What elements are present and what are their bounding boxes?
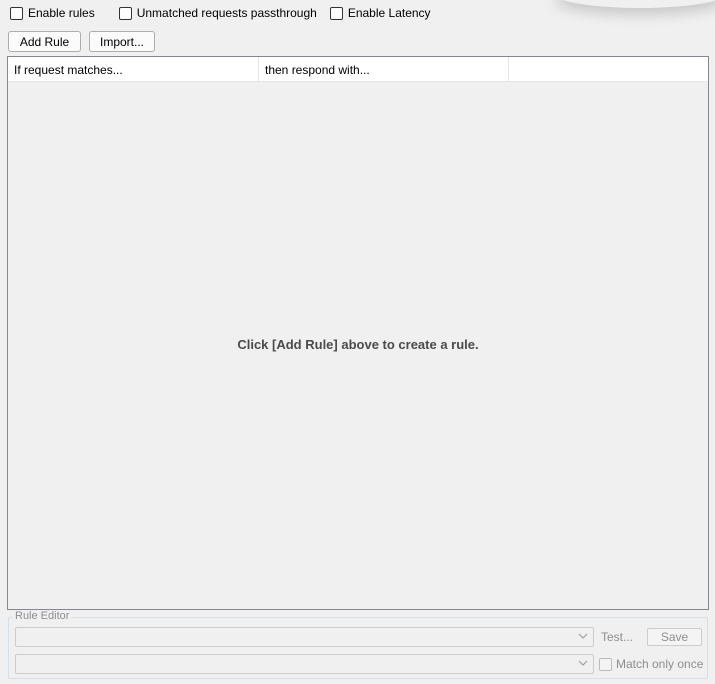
import-button[interactable]: Import...: [89, 31, 155, 52]
match-only-once-checkbox[interactable]: Match only once: [599, 656, 703, 672]
checkbox-box[interactable]: [329, 6, 343, 20]
test-button[interactable]: Test...: [601, 630, 633, 644]
enable-rules-checkbox[interactable]: Enable rules: [10, 4, 95, 22]
add-rule-button[interactable]: Add Rule: [8, 31, 81, 52]
column-header-extra[interactable]: [509, 57, 708, 82]
empty-table-message: Click [Add Rule] above to create a rule.: [237, 337, 479, 352]
enable-latency-label: Enable Latency: [347, 6, 431, 20]
response-action-combo[interactable]: [15, 654, 594, 674]
chevron-down-icon: [578, 633, 588, 639]
checkbox-box[interactable]: [10, 6, 23, 20]
chevron-down-icon: [578, 660, 588, 666]
save-button[interactable]: Save: [647, 628, 702, 646]
window-shadow: [555, 0, 715, 8]
match-only-once-label: Match only once: [616, 657, 704, 671]
rule-editor-group: Rule Editor Test... Save Match only once: [8, 610, 708, 679]
table-header: If request matches... then respond with.…: [8, 57, 708, 82]
column-header-response[interactable]: then respond with...: [259, 57, 509, 82]
column-header-request-match[interactable]: If request matches...: [8, 57, 259, 82]
unmatched-passthrough-label: Unmatched requests passthrough: [136, 6, 317, 20]
rule-editor-title: Rule Editor: [13, 610, 72, 622]
match-condition-combo[interactable]: [15, 627, 594, 647]
checkbox-box[interactable]: [599, 657, 612, 671]
rules-table[interactable]: If request matches... then respond with.…: [7, 56, 709, 610]
checkbox-box[interactable]: [118, 6, 132, 20]
options-row: Enable rules Unmatched requests passthro…: [10, 4, 444, 22]
enable-rules-label: Enable rules: [28, 6, 95, 20]
enable-latency-checkbox[interactable]: Enable Latency: [329, 4, 431, 22]
unmatched-passthrough-checkbox[interactable]: Unmatched requests passthrough: [118, 4, 317, 22]
